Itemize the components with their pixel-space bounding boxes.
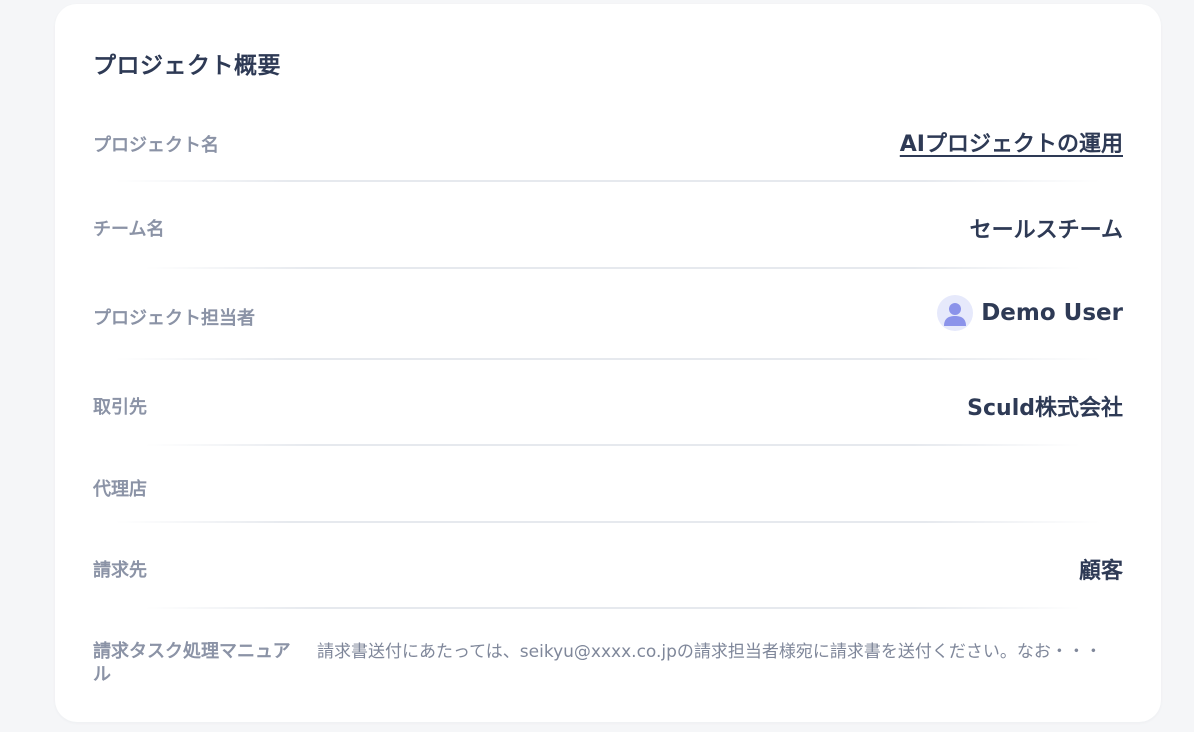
project-name-link[interactable]: AIプロジェクトの運用 [900, 126, 1123, 158]
project-name-label: プロジェクト名 [93, 135, 219, 156]
billing-value: 顧客 [1078, 559, 1123, 584]
team-name-value: セールスチーム [969, 218, 1123, 243]
client-label: 取引先 [93, 397, 147, 418]
team-name-label: チーム名 [93, 219, 165, 240]
project-overview-card: プロジェクト概要 プロジェクト名 AIプロジェクトの運用 チーム名 セールスチー… [55, 4, 1161, 722]
user-avatar-icon [937, 295, 974, 331]
billing-label: 請求先 [93, 560, 147, 581]
client-value: Sculd株式会社 [967, 396, 1123, 421]
owner-name: Demo User [981, 300, 1123, 326]
agency-label: 代理店 [93, 479, 147, 500]
divider [145, 267, 1081, 269]
billing-manual-label: 請求タスク処理マニュアル [93, 641, 291, 685]
owner-label: プロジェクト担当者 [93, 308, 255, 329]
billing-manual-text: 請求書送付にあたっては、seikyu@xxxx.co.jpの請求担当者様宛に請求… [317, 642, 1102, 662]
divider [145, 607, 1081, 609]
owner-value: Demo User [937, 294, 1123, 332]
divider [115, 180, 1101, 182]
divider [115, 521, 1101, 523]
divider [115, 358, 1101, 360]
divider [145, 444, 1081, 446]
card-title: プロジェクト概要 [93, 53, 281, 79]
